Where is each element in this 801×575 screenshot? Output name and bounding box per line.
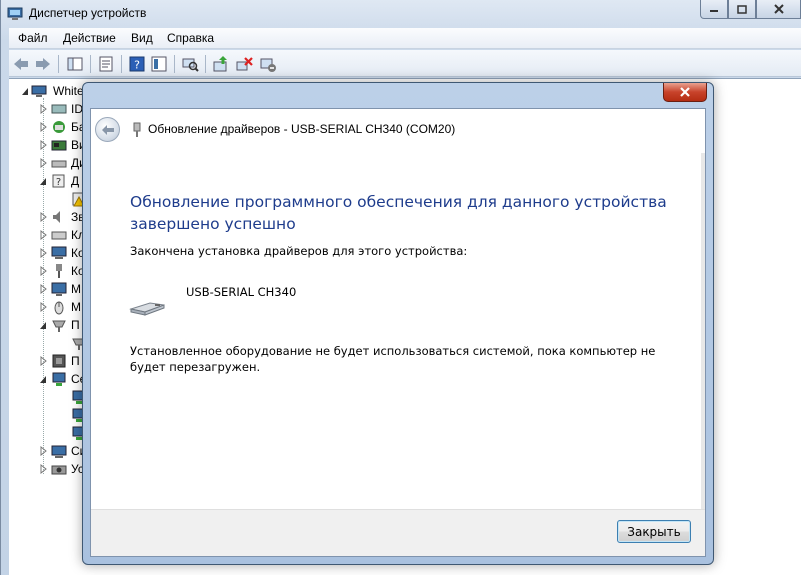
mouse-icon xyxy=(54,301,64,315)
dialog-footer: Закрыть xyxy=(91,509,705,556)
disk-drive-icon xyxy=(51,160,67,168)
collapse-arrow-icon[interactable] xyxy=(39,176,47,186)
other-devices-icon: ? xyxy=(52,174,65,188)
computer-icon xyxy=(31,85,47,97)
collapse-arrow-icon[interactable] xyxy=(39,320,47,330)
minimize-icon xyxy=(710,10,718,12)
expand-arrow-icon[interactable] xyxy=(39,446,47,456)
minimize-button[interactable] xyxy=(700,0,728,19)
expand-arrow-icon[interactable] xyxy=(39,284,47,294)
back-button[interactable] xyxy=(95,117,120,142)
expand-arrow-icon[interactable] xyxy=(39,104,47,114)
menu-bar: Файл Действие Вид Справка xyxy=(9,28,801,49)
collapse-arrow-icon[interactable] xyxy=(21,86,29,96)
maximize-icon xyxy=(737,4,747,14)
expand-arrow-icon[interactable] xyxy=(39,266,47,276)
update-driver-icon[interactable] xyxy=(212,55,230,73)
title-bar: Диспетчер устройств xyxy=(1,0,801,28)
close-button[interactable]: Закрыть xyxy=(617,520,691,543)
usb-device-icon xyxy=(133,122,141,137)
uninstall-icon[interactable] xyxy=(235,55,253,73)
menu-view[interactable]: Вид xyxy=(131,31,153,45)
scrollbar[interactable] xyxy=(701,153,705,509)
close-icon xyxy=(680,87,690,97)
console-tree-icon[interactable] xyxy=(66,55,84,73)
menu-action[interactable]: Действие xyxy=(63,31,116,45)
computer-icon xyxy=(51,246,67,259)
processor-icon xyxy=(52,354,66,368)
back-arrow-icon[interactable] xyxy=(12,55,30,73)
expand-arrow-icon[interactable] xyxy=(39,212,47,222)
device-manager-icon xyxy=(7,7,23,20)
close-icon xyxy=(773,4,784,14)
svg-text:?: ? xyxy=(134,59,140,72)
expand-arrow-icon[interactable] xyxy=(39,302,47,312)
battery-icon xyxy=(53,121,65,133)
keyboard-icon xyxy=(51,231,67,240)
window-title: Диспетчер устройств xyxy=(29,6,147,20)
svg-text:?: ? xyxy=(56,177,61,188)
back-arrow-icon xyxy=(101,124,114,135)
system-devices-icon xyxy=(51,445,67,458)
dialog-header: Обновление драйверов - USB-SERIAL CH340 … xyxy=(91,109,705,151)
tree-root-label: White xyxy=(53,84,84,98)
expand-arrow-icon[interactable] xyxy=(39,140,47,150)
sound-icon xyxy=(53,211,60,223)
monitor-icon xyxy=(51,282,67,296)
expand-arrow-icon[interactable] xyxy=(39,248,47,258)
scan-hardware-icon[interactable] xyxy=(181,55,199,73)
expand-arrow-icon[interactable] xyxy=(39,356,47,366)
expand-arrow-icon[interactable] xyxy=(39,464,47,474)
success-heading: Обновление программного обеспечения для … xyxy=(130,193,667,233)
expand-arrow-icon[interactable] xyxy=(39,122,47,132)
port-icon xyxy=(52,320,66,332)
ide-controller-icon xyxy=(51,104,67,114)
maximize-button[interactable] xyxy=(728,0,756,19)
dialog-close-x-button[interactable] xyxy=(663,83,707,102)
toolbar: ? xyxy=(9,50,801,77)
imaging-devices-icon xyxy=(51,465,67,475)
help-icon[interactable]: ? xyxy=(128,55,146,73)
install-done-text: Закончена установка драйверов для этого … xyxy=(130,244,468,258)
network-adapter-icon xyxy=(52,372,66,386)
device-name: USB-SERIAL CH340 xyxy=(186,285,297,299)
menu-help[interactable]: Справка xyxy=(167,31,214,45)
dialog-content: Обновление драйверов - USB-SERIAL CH340 … xyxy=(90,108,706,557)
serial-adapter-icon xyxy=(129,302,165,316)
dialog-header-title: Обновление драйверов - USB-SERIAL CH340 … xyxy=(148,122,456,136)
expand-arrow-icon[interactable] xyxy=(39,230,47,240)
reboot-note: Установленное оборудование не будет испо… xyxy=(130,344,656,374)
driver-update-dialog: Обновление драйверов - USB-SERIAL CH340 … xyxy=(82,82,714,565)
collapse-arrow-icon[interactable] xyxy=(39,374,47,384)
expand-arrow-icon[interactable] xyxy=(39,158,47,168)
main-close-button[interactable] xyxy=(756,0,801,19)
usb-controller-icon xyxy=(56,264,62,278)
console-view-icon[interactable] xyxy=(150,55,168,73)
menu-file[interactable]: Файл xyxy=(18,31,48,45)
properties-icon[interactable] xyxy=(97,55,115,73)
disable-device-icon[interactable] xyxy=(259,55,277,73)
forward-arrow-icon[interactable] xyxy=(34,55,52,73)
video-adapter-icon xyxy=(51,140,67,151)
